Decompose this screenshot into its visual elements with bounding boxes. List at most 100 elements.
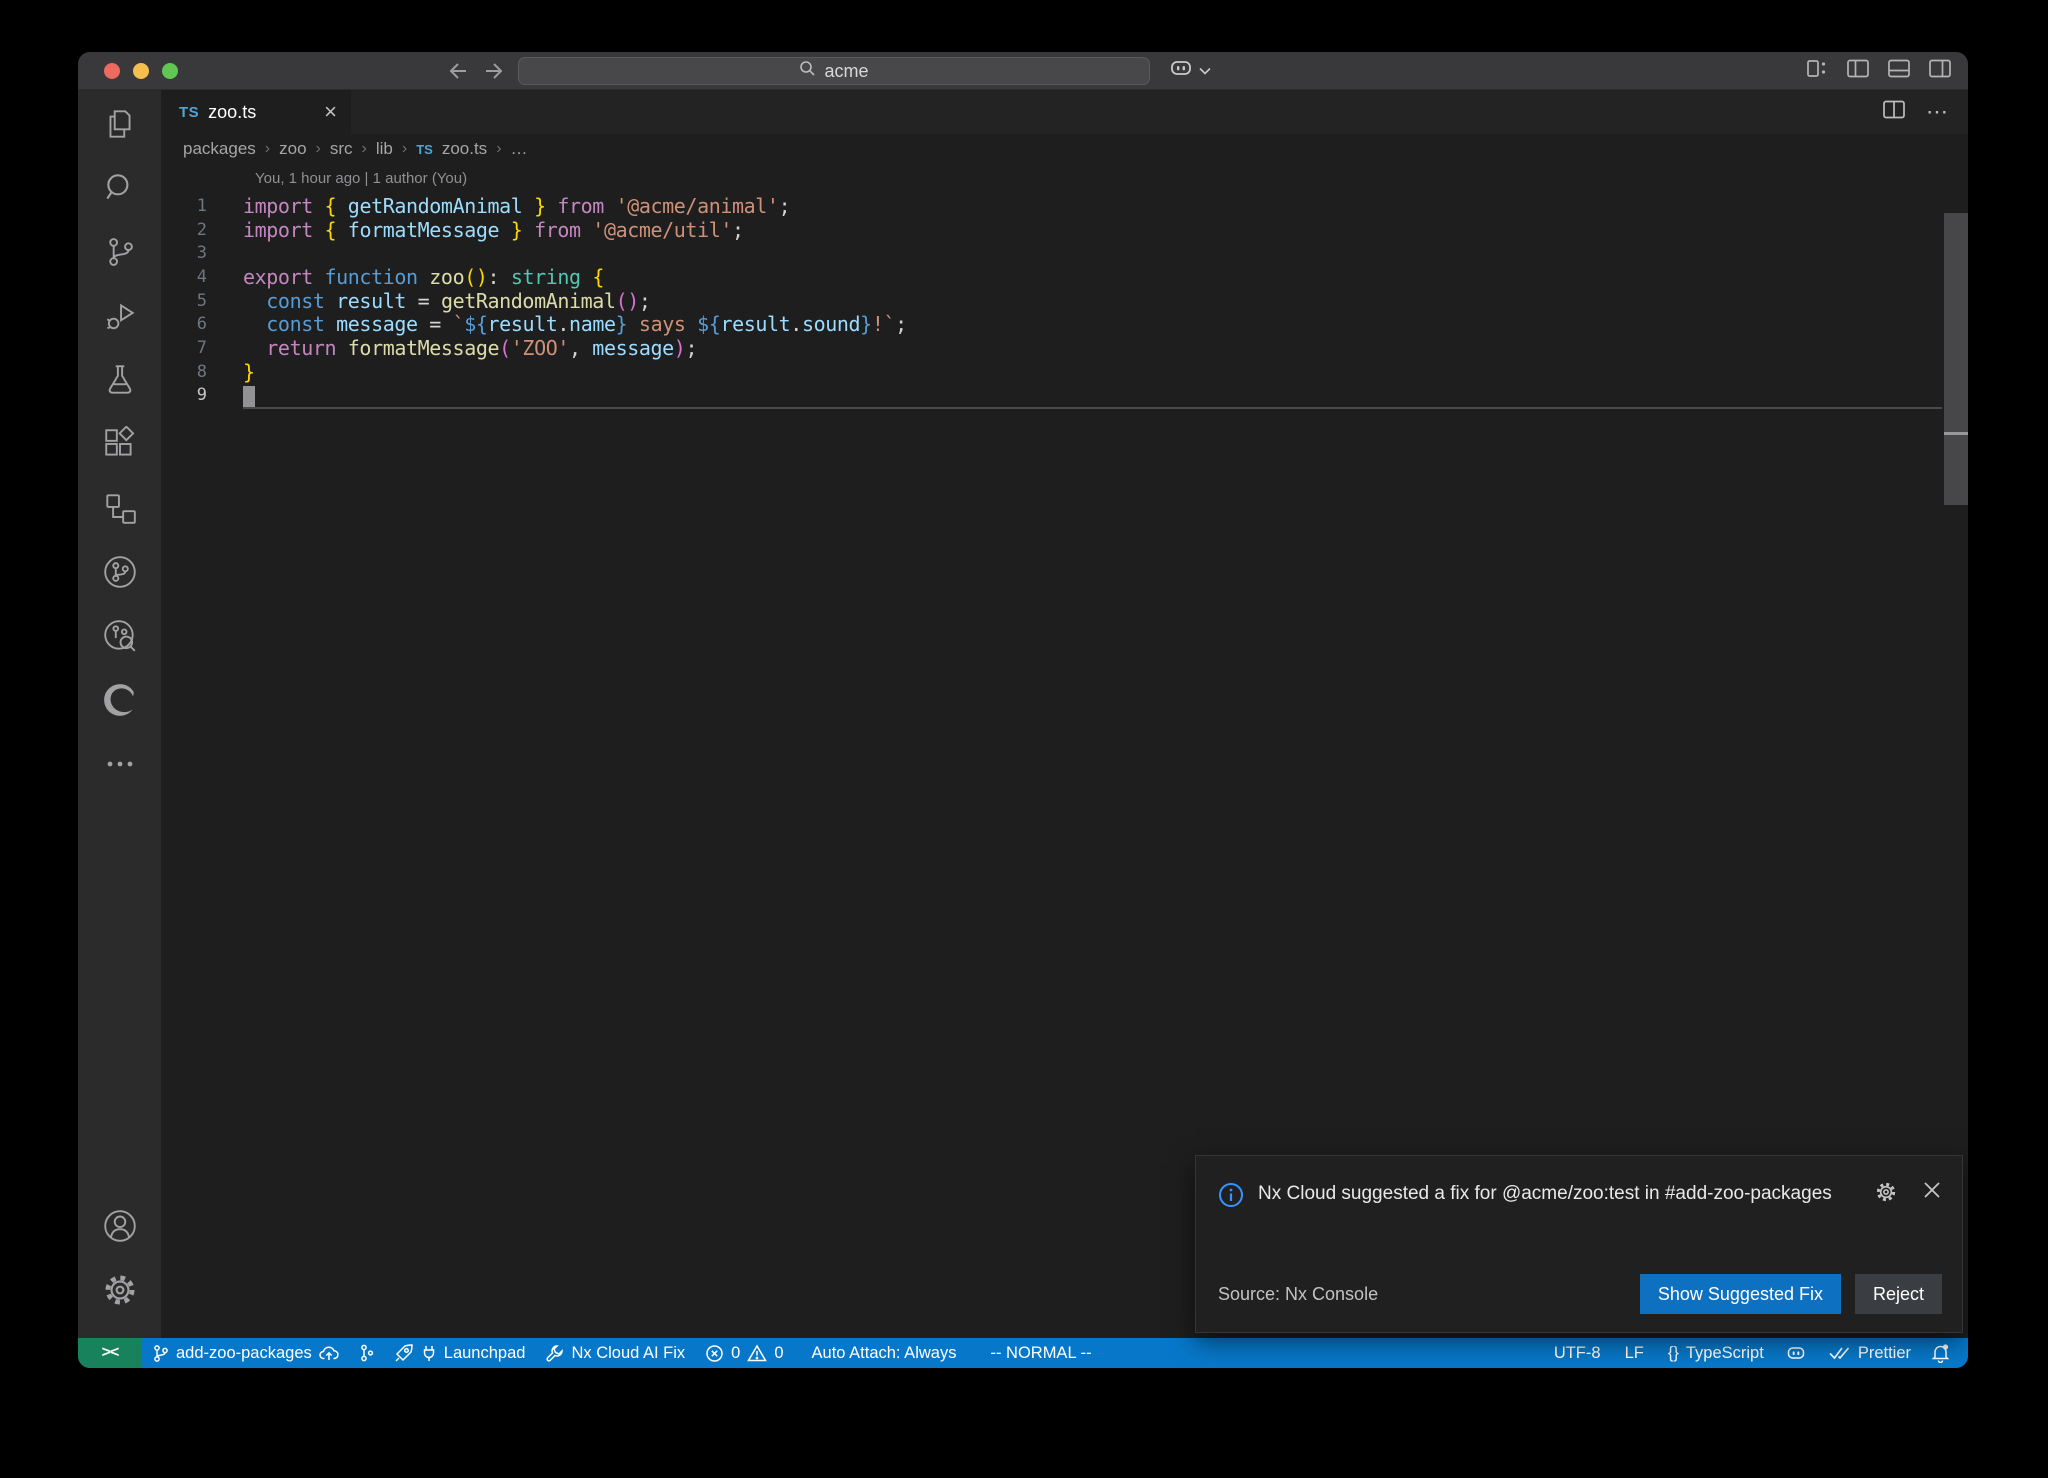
copilot-menu[interactable] [1168,52,1211,89]
tab-bar: TS zoo.ts × ⋯ [161,90,1968,134]
plug-icon [421,1344,437,1362]
code-line[interactable]: 4export function zoo(): string { [161,265,1968,289]
scrollbar-cursor-marker [1944,432,1968,435]
code-line[interactable]: 8} [161,360,1968,384]
breadcrumb-zoo[interactable]: zoo [279,139,306,159]
source-control-graph-item[interactable] [349,1338,384,1368]
warning-icon [747,1344,767,1362]
zoom-window-button[interactable] [162,63,178,79]
code-text: const result = getRandomAnimal(); [243,289,651,313]
breadcrumb-packages[interactable]: packages [183,139,256,159]
language-mode-item[interactable]: {} TypeScript [1658,1338,1774,1368]
chevron-right-icon: › [496,140,501,158]
chevron-right-icon: › [402,140,407,158]
tab-zoo-ts[interactable]: TS zoo.ts × [161,90,351,134]
close-tab-icon[interactable]: × [324,101,337,123]
code-line[interactable]: 1import { getRandomAnimal } from '@acme/… [161,194,1968,218]
show-suggested-fix-button[interactable]: Show Suggested Fix [1640,1274,1841,1314]
chevron-down-icon [1199,62,1211,80]
remote-indicator[interactable]: >< [78,1338,142,1368]
git-branch-item[interactable]: add-zoo-packages [142,1338,349,1368]
customize-layout-icon[interactable] [1806,57,1829,85]
settings-gear-icon[interactable] [98,1268,142,1312]
source-control-icon[interactable] [98,230,142,274]
nx-cloud-fix-item[interactable]: Nx Cloud AI Fix [535,1338,695,1368]
tab-label: zoo.ts [208,102,256,123]
split-editor-icon[interactable] [1882,98,1906,126]
gitlens-icon[interactable] [98,550,142,594]
typescript-file-icon: TS [179,104,199,121]
git-blame-annotation[interactable]: You, 1 hour ago | 1 author (You) [255,170,467,187]
code-text: return formatMessage('ZOO', message); [243,336,697,360]
nx-cloud-label: Nx Cloud AI Fix [571,1344,685,1363]
editor-scrollbar[interactable] [1944,213,1968,505]
git-branch-icon [152,1344,169,1363]
search-sidebar-icon[interactable] [98,166,142,210]
vim-mode-item[interactable]: -- NORMAL -- [966,1338,1101,1368]
close-window-button[interactable] [104,63,120,79]
close-notification-icon[interactable] [1922,1180,1942,1209]
minimize-window-button[interactable] [133,63,149,79]
line-number: 3 [161,243,207,263]
code-text [243,383,255,408]
back-icon[interactable] [444,61,468,81]
line-number: 2 [161,220,207,240]
line-number: 5 [161,291,207,311]
prettier-item[interactable]: Prettier [1818,1338,1921,1368]
search-value: acme [824,61,868,82]
launchpad-label: Launchpad [444,1344,526,1363]
breadcrumb-file[interactable]: zoo.ts [442,139,487,159]
eol-item[interactable]: LF [1611,1338,1658,1368]
toggle-panel-icon[interactable] [1887,57,1911,85]
launchpad-item[interactable]: Launchpad [384,1338,536,1368]
code-line[interactable]: 2 import { formatMessage } from '@acme/ut… [161,218,1968,242]
auto-attach-item[interactable]: Auto Attach: Always [794,1338,967,1368]
notification-message: Nx Cloud suggested a fix for @acme/zoo:t… [1258,1176,1870,1212]
breadcrumb-src[interactable]: src [330,139,353,159]
explorer-icon[interactable] [98,102,142,146]
gitlens-inspect-icon[interactable] [98,614,142,658]
code-line[interactable]: 5 const result = getRandomAnimal(); [161,289,1968,313]
search-icon [799,60,816,82]
notifications-item[interactable] [1921,1338,1960,1368]
code-line[interactable]: 9 [161,384,1968,408]
git-graph-icon [359,1343,374,1363]
typescript-file-icon: TS [416,142,433,157]
forward-icon[interactable] [484,61,508,81]
code-text: import { getRandomAnimal } from '@acme/a… [243,194,790,218]
copilot-status-item[interactable] [1774,1338,1818,1368]
chevron-right-icon: › [316,140,321,158]
edge-devtools-icon[interactable] [98,678,142,722]
toggle-primary-sidebar-icon[interactable] [1846,57,1870,85]
code-line[interactable]: 3 [161,241,1968,265]
window-controls [104,63,178,79]
breadcrumb: packages › zoo › src › lib › TS zoo.ts ›… [161,134,1968,164]
problems-item[interactable]: 0 0 [695,1338,793,1368]
vscode-window: acme [78,52,1968,1368]
code-line[interactable]: 6 const message = `${result.name} says $… [161,312,1968,336]
more-actions-icon[interactable]: ⋯ [1926,99,1948,125]
nx-console-icon[interactable] [98,486,142,530]
more-views-icon[interactable] [98,742,142,786]
wrench-icon [545,1344,564,1363]
code-line[interactable]: 7 return formatMessage('ZOO', message); [161,336,1968,360]
extensions-icon[interactable] [98,422,142,466]
notification-settings-gear-icon[interactable] [1874,1180,1898,1209]
line-number: 4 [161,267,207,287]
chevron-right-icon: › [265,140,270,158]
reject-button[interactable]: Reject [1855,1274,1942,1314]
command-center-search[interactable]: acme [518,57,1150,85]
accounts-icon[interactable] [98,1204,142,1248]
testing-icon[interactable] [98,358,142,402]
code-text: import { formatMessage } from '@acme/uti… [243,218,744,242]
cloud-upload-icon [319,1345,339,1362]
title-bar: acme [78,52,1968,90]
breadcrumb-symbol[interactable]: … [511,139,528,159]
status-bar: >< add-zoo-packages Launchpad [78,1338,1968,1368]
encoding-item[interactable]: UTF-8 [1544,1338,1611,1368]
line-number: 6 [161,314,207,334]
breadcrumb-lib[interactable]: lib [376,139,393,159]
toggle-secondary-sidebar-icon[interactable] [1928,57,1952,85]
run-debug-icon[interactable] [98,294,142,338]
text-cursor [243,386,255,408]
